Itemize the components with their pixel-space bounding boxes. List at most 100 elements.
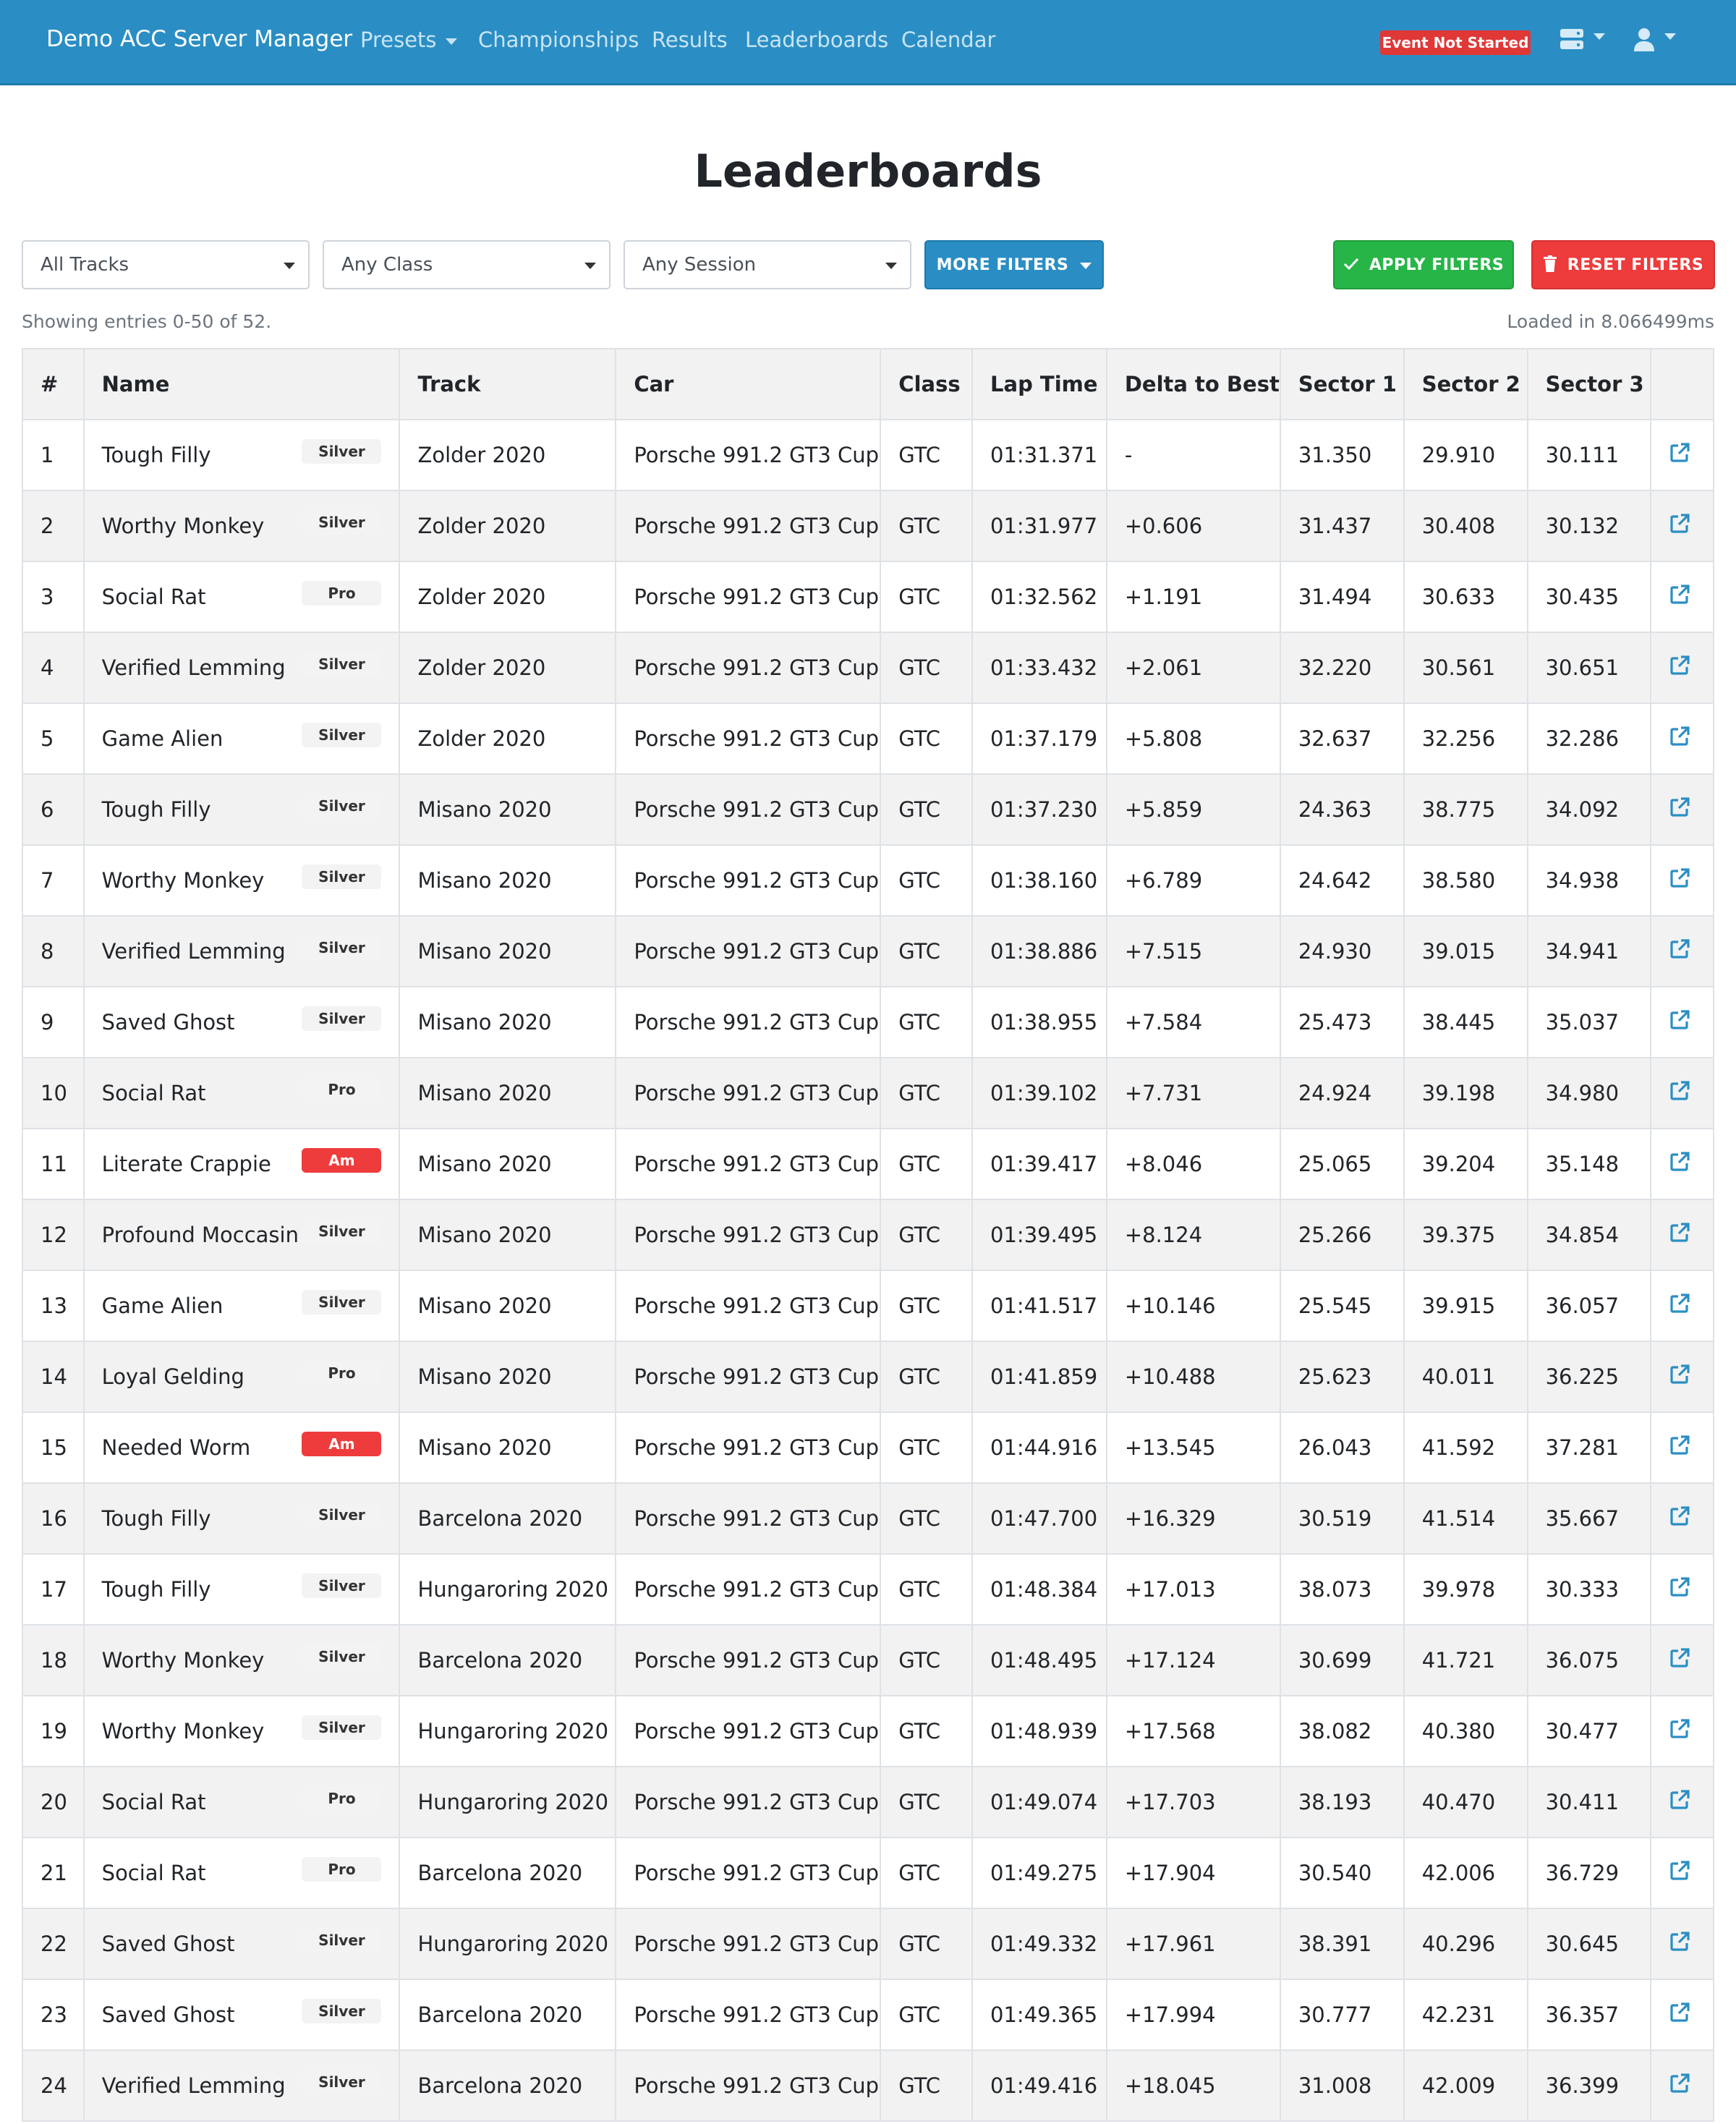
external-link-icon[interactable] bbox=[1669, 796, 1690, 818]
header-name[interactable]: Name bbox=[82, 348, 401, 420]
reset-filters-button[interactable]: RESET FILTERS bbox=[1531, 240, 1715, 289]
sector-3-cell: 36.057 bbox=[1526, 1270, 1652, 1342]
external-link-icon[interactable] bbox=[1669, 867, 1690, 889]
more-filters-button[interactable]: MORE FILTERS bbox=[924, 240, 1104, 289]
class-cell: GTC bbox=[880, 632, 974, 704]
header-delta[interactable]: Delta to Best bbox=[1105, 348, 1281, 420]
rank-cell: 2 bbox=[22, 490, 85, 562]
car-cell: Porsche 991.2 GT3 Cup bbox=[615, 1908, 882, 1980]
external-link-icon[interactable] bbox=[1669, 1364, 1690, 1385]
nav-presets[interactable]: Presets bbox=[360, 27, 457, 52]
lap-time-cell: 01:32.562 bbox=[971, 561, 1107, 633]
nav-presets-label: Presets bbox=[360, 27, 437, 52]
external-link-icon[interactable] bbox=[1669, 1789, 1690, 1811]
sector-1-cell: 24.363 bbox=[1279, 773, 1405, 846]
sector-2-cell: 39.204 bbox=[1403, 1128, 1528, 1200]
driver-name: Worthy Monkey bbox=[101, 514, 265, 538]
rank-cell: 10 bbox=[22, 1057, 85, 1129]
driver-name: Worthy Monkey bbox=[101, 868, 265, 893]
rank-cell: 8 bbox=[22, 915, 85, 987]
external-link-icon[interactable] bbox=[1669, 1009, 1690, 1031]
external-link-icon[interactable] bbox=[1669, 1860, 1690, 1882]
table-row: 2 Worthy Monkey Silver Zolder 2020 Porsche 9… bbox=[22, 490, 1714, 562]
external-link-icon[interactable] bbox=[1669, 1435, 1690, 1456]
external-link-icon[interactable] bbox=[1669, 442, 1690, 464]
sector-3-cell: 30.111 bbox=[1526, 419, 1652, 491]
rank-cell: 14 bbox=[22, 1341, 85, 1413]
sector-3-cell: 37.281 bbox=[1526, 1411, 1652, 1484]
delta-cell: +0.606 bbox=[1105, 490, 1281, 562]
user-menu[interactable] bbox=[1633, 27, 1677, 55]
open-result-cell bbox=[1650, 632, 1714, 704]
external-link-icon[interactable] bbox=[1669, 1222, 1690, 1244]
track-select[interactable]: All Tracks bbox=[22, 240, 310, 289]
header-sector-2[interactable]: Sector 2 bbox=[1403, 348, 1528, 420]
rating-badge: Pro bbox=[302, 1077, 382, 1102]
track-cell: Hungaroring 2020 bbox=[399, 1695, 617, 1767]
external-link-icon[interactable] bbox=[1669, 1080, 1690, 1102]
rating-badge: Silver bbox=[302, 1503, 382, 1527]
open-result-cell bbox=[1650, 1199, 1714, 1271]
caret-down-icon bbox=[584, 263, 596, 269]
class-select[interactable]: Any Class bbox=[323, 240, 610, 289]
table-row: 20 Social Rat Pro Hungaroring 2020 Porsche 9… bbox=[22, 1766, 1714, 1838]
external-link-icon[interactable] bbox=[1669, 655, 1690, 676]
sector-2-cell: 38.775 bbox=[1403, 773, 1528, 846]
external-link-icon[interactable] bbox=[1669, 1576, 1690, 1598]
external-link-icon[interactable] bbox=[1669, 513, 1690, 535]
external-link-icon[interactable] bbox=[1669, 1718, 1690, 1740]
external-link-icon[interactable] bbox=[1669, 1647, 1690, 1669]
external-link-icon[interactable] bbox=[1669, 726, 1690, 747]
server-menu[interactable] bbox=[1560, 27, 1606, 54]
table-row: 8 Verified Lemming Silver Misano 2020 Porsch… bbox=[22, 915, 1714, 987]
open-result-cell bbox=[1650, 1908, 1714, 1980]
sector-3-cell: 32.286 bbox=[1526, 702, 1652, 775]
car-cell: Porsche 991.2 GT3 Cup bbox=[615, 915, 882, 987]
delta-cell: +16.329 bbox=[1105, 1482, 1281, 1555]
external-link-icon[interactable] bbox=[1669, 1505, 1690, 1527]
car-cell: Porsche 991.2 GT3 Cup bbox=[615, 2049, 882, 2122]
lap-time-cell: 01:41.859 bbox=[971, 1341, 1107, 1413]
table-row: 5 Game Alien Silver Zolder 2020 Porsche 991.… bbox=[22, 702, 1714, 775]
external-link-icon[interactable] bbox=[1669, 1931, 1690, 1953]
driver-cell: Tough Filly Silver bbox=[82, 419, 401, 491]
session-select[interactable]: Any Session bbox=[624, 240, 911, 289]
track-cell: Barcelona 2020 bbox=[399, 1624, 617, 1696]
external-link-icon[interactable] bbox=[1669, 2002, 1690, 2023]
sector-2-cell: 41.721 bbox=[1403, 1624, 1528, 1696]
driver-name: Tough Filly bbox=[101, 1506, 211, 1531]
header-track[interactable]: Track bbox=[399, 348, 617, 420]
apply-filters-button[interactable]: APPLY FILTERS bbox=[1333, 240, 1514, 289]
rank-cell: 22 bbox=[22, 1908, 85, 1980]
external-link-icon[interactable] bbox=[1669, 1293, 1690, 1314]
external-link-icon[interactable] bbox=[1669, 938, 1690, 960]
header-sector-1[interactable]: Sector 1 bbox=[1279, 348, 1405, 420]
track-cell: Misano 2020 bbox=[399, 1411, 617, 1484]
external-link-icon[interactable] bbox=[1669, 2073, 1690, 2094]
car-cell: Porsche 991.2 GT3 Cup bbox=[615, 1270, 882, 1342]
car-cell: Porsche 991.2 GT3 Cup bbox=[615, 1128, 882, 1200]
nav-championships[interactable]: Championships bbox=[478, 27, 639, 52]
rating-badge: Silver bbox=[302, 935, 382, 960]
nav-calendar[interactable]: Calendar bbox=[901, 27, 995, 52]
class-cell: GTC bbox=[880, 702, 974, 775]
external-link-icon[interactable] bbox=[1669, 584, 1690, 606]
header-lap-time[interactable]: Lap Time bbox=[971, 348, 1107, 420]
delta-cell: +17.703 bbox=[1105, 1766, 1281, 1838]
sector-1-cell: 38.073 bbox=[1279, 1553, 1405, 1626]
header-sector-3[interactable]: Sector 3 bbox=[1526, 348, 1652, 420]
external-link-icon[interactable] bbox=[1669, 1151, 1690, 1173]
driver-cell: Game Alien Silver bbox=[82, 702, 401, 775]
nav-results[interactable]: Results bbox=[652, 27, 728, 52]
sector-3-cell: 34.092 bbox=[1526, 773, 1652, 846]
track-cell: Hungaroring 2020 bbox=[399, 1553, 617, 1626]
nav-leaderboards[interactable]: Leaderboards bbox=[745, 27, 888, 52]
sector-3-cell: 30.651 bbox=[1526, 632, 1652, 704]
header-rank[interactable]: # bbox=[22, 348, 85, 420]
table-row: 15 Needed Worm Am Misano 2020 Porsche 991.2 … bbox=[22, 1411, 1714, 1484]
brand-link[interactable]: Demo ACC Server Manager bbox=[46, 26, 352, 52]
lap-time-cell: 01:33.432 bbox=[971, 632, 1107, 704]
table-row: 6 Tough Filly Silver Misano 2020 Porsche 991… bbox=[22, 773, 1714, 846]
header-class[interactable]: Class bbox=[880, 348, 974, 420]
header-car[interactable]: Car bbox=[615, 348, 882, 420]
